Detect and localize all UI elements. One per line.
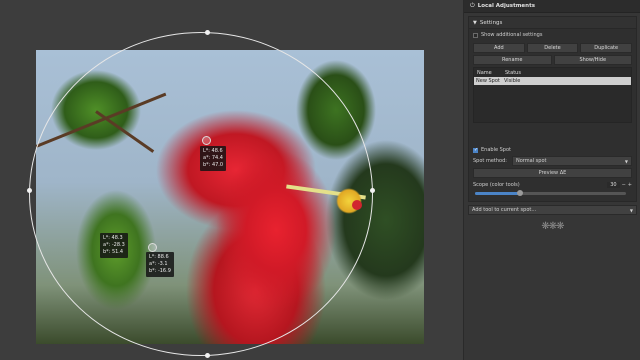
preview-delta-e-button[interactable]: Preview ΔE xyxy=(473,168,632,178)
scope-slider-knob[interactable] xyxy=(517,190,524,196)
color-probe-3: L*: 88.6 a*: -3.1 b*: -16.9 xyxy=(146,252,174,277)
spot-handle-left[interactable] xyxy=(27,188,32,193)
color-probe-2: L*: 48.3 a*: -28.3 b*: 51.4 xyxy=(100,233,128,258)
col-status-header[interactable]: Status xyxy=(505,70,521,76)
add-tool-label: Add tool to current spot... xyxy=(472,207,537,213)
collapse-arrow-icon[interactable]: ▼ xyxy=(473,20,477,26)
spot-handle-bottom[interactable] xyxy=(205,353,210,358)
spot-list[interactable]: Name Status New Spot Visible xyxy=(473,67,632,123)
col-name-header[interactable]: Name xyxy=(474,70,505,76)
spot-status: Visible xyxy=(504,78,521,84)
dropdown-arrow-icon-2: ▼ xyxy=(629,207,633,213)
spot-row[interactable]: New Spot Visible xyxy=(474,77,631,85)
enable-spot-row[interactable]: ✓ Enable Spot xyxy=(469,145,636,155)
plus-icon[interactable]: + xyxy=(628,182,632,188)
image-canvas[interactable]: L*: 48.6 a*: 74.4 b*: 47.0 L*: 48.3 a*: … xyxy=(0,0,463,360)
settings-header[interactable]: ▼ Settings xyxy=(469,17,636,29)
local-adjustments-panel: ⏻ Local Adjustments ▼ Settings Show addi… xyxy=(463,0,640,360)
scope-value[interactable]: 30 xyxy=(607,182,620,188)
add-button[interactable]: Add xyxy=(473,43,525,53)
check-icon: ✓ xyxy=(474,146,479,153)
scope-slider[interactable] xyxy=(475,190,626,196)
settings-section: ▼ Settings Show additional settings Add … xyxy=(468,16,637,202)
minus-icon[interactable]: − xyxy=(622,182,626,188)
spot-method-value: Normal spot xyxy=(516,158,547,164)
probe-2-b: b*: 51.4 xyxy=(103,249,124,255)
show-additional-label: Show additional settings xyxy=(481,32,543,38)
color-probe-3-marker[interactable] xyxy=(148,243,157,252)
scope-slider-fill xyxy=(475,192,521,195)
settings-title: Settings xyxy=(479,19,503,26)
add-tool-select[interactable]: Add tool to current spot... ▼ xyxy=(468,205,637,215)
scope-label: Scope (color tools) xyxy=(473,182,520,188)
spot-buttons-row-2: Rename Show/Hide xyxy=(473,55,632,65)
scope-row: Scope (color tools) 30 − + xyxy=(469,180,636,190)
enable-spot-label: Enable Spot xyxy=(481,147,511,153)
probe-2-a: a*: -28.3 xyxy=(103,242,125,248)
probe-1-b: b*: 47.0 xyxy=(203,162,224,168)
dropdown-arrow-icon: ▼ xyxy=(624,158,628,164)
show-hide-button[interactable]: Show/Hide xyxy=(553,55,632,65)
scope-slider-track[interactable] xyxy=(475,190,626,196)
panel-header[interactable]: ⏻ Local Adjustments xyxy=(464,0,640,13)
delete-button[interactable]: Delete xyxy=(526,43,579,53)
enable-spot-checkbox[interactable]: ✓ xyxy=(473,146,479,153)
color-probe-1: L*: 48.6 a*: 74.4 b*: 47.0 xyxy=(200,146,227,171)
spot-method-row: Spot method: Normal spot ▼ xyxy=(469,155,636,167)
spot-handle-top[interactable] xyxy=(205,30,210,35)
spot-method-select[interactable]: Normal spot ▼ xyxy=(512,156,632,166)
rename-button[interactable]: Rename xyxy=(473,55,552,65)
probe-3-l: L*: 88.6 xyxy=(149,254,169,260)
probe-1-l: L*: 48.6 xyxy=(203,148,223,154)
ornament-divider: ❋❋❋ xyxy=(541,221,564,232)
power-icon[interactable]: ⏻ xyxy=(470,2,475,10)
panel-title: Local Adjustments xyxy=(477,3,535,9)
duplicate-button[interactable]: Duplicate xyxy=(580,43,633,53)
show-additional-row[interactable]: Show additional settings xyxy=(469,29,636,41)
spot-list-header: Name Status xyxy=(474,68,631,77)
spot-method-label: Spot method: xyxy=(473,158,507,164)
spot-name: New Spot xyxy=(476,78,500,84)
show-additional-checkbox[interactable] xyxy=(473,32,478,38)
probe-3-a: a*: -3.1 xyxy=(149,261,168,267)
probe-3-b: b*: -16.9 xyxy=(149,268,171,274)
spot-handle-right[interactable] xyxy=(370,188,375,193)
probe-2-l: L*: 48.3 xyxy=(103,235,123,241)
spot-ellipse[interactable] xyxy=(29,32,373,356)
spot-buttons-row-1: Add Delete Duplicate xyxy=(473,43,633,53)
color-probe-1-marker[interactable] xyxy=(202,136,211,145)
probe-1-a: a*: 74.4 xyxy=(203,155,223,161)
